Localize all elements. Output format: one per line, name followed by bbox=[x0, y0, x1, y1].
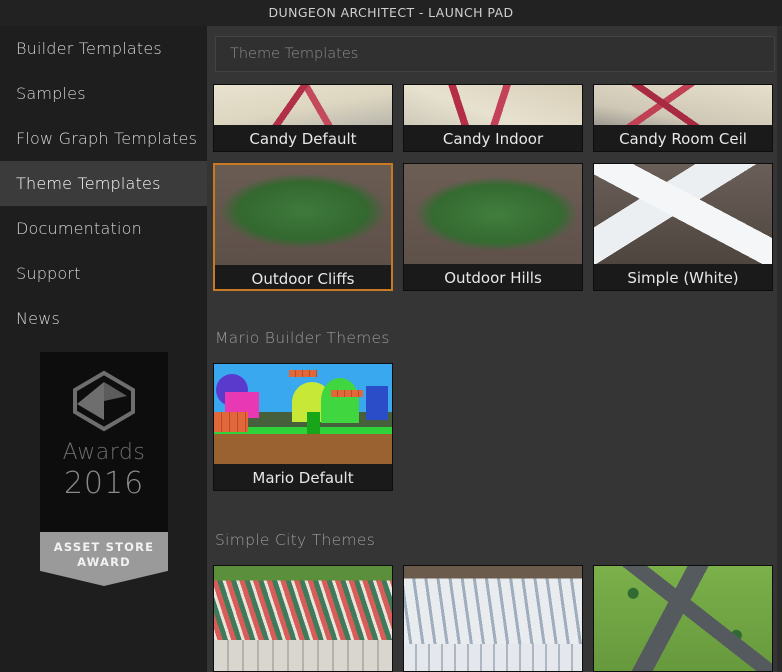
sidebar-item-theme-templates[interactable]: Theme Templates bbox=[0, 161, 207, 206]
launch-pad-window: DUNGEON ARCHITECT - LAUNCH PAD Builder T… bbox=[0, 0, 782, 672]
award-badge-body: Awards 2016 bbox=[40, 352, 168, 532]
mario-brick-row-right bbox=[331, 390, 364, 397]
award-ribbon-line2: AWARD bbox=[77, 555, 131, 569]
mario-bush-green-shape bbox=[320, 378, 359, 423]
theme-card-candy-indoor[interactable]: Candy Indoor bbox=[403, 84, 583, 152]
theme-thumbnail-image bbox=[214, 85, 392, 125]
unity-award-badge: Awards 2016 ASSET STORE AWARD bbox=[40, 352, 168, 586]
theme-thumbnail-image bbox=[214, 566, 392, 671]
sidebar-item-support[interactable]: Support bbox=[0, 251, 207, 296]
search-placeholder-text: Theme Templates bbox=[230, 46, 359, 62]
theme-card-label: Candy Room Ceil bbox=[594, 125, 772, 151]
theme-thumbnail-image bbox=[404, 164, 582, 264]
theme-card-outdoor-hills[interactable]: Outdoor Hills bbox=[403, 163, 583, 291]
theme-card-outdoor-cliffs[interactable]: Outdoor Cliffs bbox=[213, 163, 393, 291]
theme-card-simple-white[interactable]: Simple (White) bbox=[593, 163, 773, 291]
sidebar-item-label: Samples bbox=[16, 84, 86, 103]
mario-brick-row-left bbox=[214, 412, 248, 432]
sidebar-item-label: Documentation bbox=[16, 219, 142, 238]
sidebar-item-label: Support bbox=[16, 264, 81, 283]
theme-card-candy-room-ceil[interactable]: Candy Room Ceil bbox=[593, 84, 773, 152]
sidebar-item-label: Theme Templates bbox=[16, 174, 161, 193]
sidebar-item-samples[interactable]: Samples bbox=[0, 71, 207, 116]
theme-card-label: Candy Default bbox=[214, 125, 392, 151]
theme-thumbnail-image bbox=[404, 566, 582, 671]
theme-thumbnail-image bbox=[215, 165, 391, 265]
award-ribbon-line1: ASSET STORE bbox=[53, 540, 155, 554]
section-header-mario-builder-themes: Mario Builder Themes bbox=[215, 329, 390, 347]
sidebar-item-flow-graph-templates[interactable]: Flow Graph Templates bbox=[0, 116, 207, 161]
theme-thumbnail-image bbox=[594, 85, 772, 125]
mario-pipe-shape bbox=[306, 412, 320, 434]
section-header-simple-city-themes: Simple City Themes bbox=[215, 531, 376, 549]
theme-card-candy-default[interactable]: Candy Default bbox=[213, 84, 393, 152]
theme-thumbnail-image bbox=[594, 566, 772, 671]
mario-block-blue-shape bbox=[366, 386, 389, 420]
sidebar-item-label: News bbox=[16, 309, 61, 328]
theme-card-label: Outdoor Hills bbox=[404, 264, 582, 290]
award-year-label: 2016 bbox=[63, 466, 145, 501]
theme-templates-search-input[interactable]: Theme Templates bbox=[215, 36, 775, 72]
theme-thumbnail-image bbox=[594, 164, 772, 264]
theme-thumbnail-image bbox=[214, 364, 392, 464]
sidebar-nav: Builder Templates Samples Flow Graph Tem… bbox=[0, 26, 207, 672]
content-scrollbar[interactable] bbox=[777, 26, 782, 672]
unity-logo-icon bbox=[73, 370, 135, 432]
theme-card-label: Mario Default bbox=[214, 464, 392, 490]
sidebar-item-news[interactable]: News bbox=[0, 296, 207, 341]
theme-card-mario-default[interactable]: Mario Default bbox=[213, 363, 393, 491]
theme-card-simple-city-2[interactable] bbox=[403, 565, 583, 672]
theme-templates-panel: Theme Templates Candy Default Candy Indo… bbox=[207, 26, 777, 672]
sidebar-item-documentation[interactable]: Documentation bbox=[0, 206, 207, 251]
theme-card-simple-city-3[interactable] bbox=[593, 565, 773, 672]
sidebar-item-label: Flow Graph Templates bbox=[16, 129, 198, 148]
theme-card-label: Outdoor Cliffs bbox=[215, 265, 391, 289]
theme-card-simple-city-1[interactable] bbox=[213, 565, 393, 672]
sidebar-item-label: Builder Templates bbox=[16, 39, 162, 58]
award-ribbon: ASSET STORE AWARD bbox=[40, 532, 168, 586]
window-title: DUNGEON ARCHITECT - LAUNCH PAD bbox=[268, 5, 514, 20]
theme-card-label: Candy Indoor bbox=[404, 125, 582, 151]
sidebar-item-builder-templates[interactable]: Builder Templates bbox=[0, 26, 207, 71]
window-titlebar: DUNGEON ARCHITECT - LAUNCH PAD bbox=[0, 0, 782, 26]
theme-thumbnail-image bbox=[404, 85, 582, 125]
theme-card-label: Simple (White) bbox=[594, 264, 772, 290]
award-word-label: Awards bbox=[62, 440, 146, 465]
mario-brick-row-top bbox=[288, 370, 317, 377]
